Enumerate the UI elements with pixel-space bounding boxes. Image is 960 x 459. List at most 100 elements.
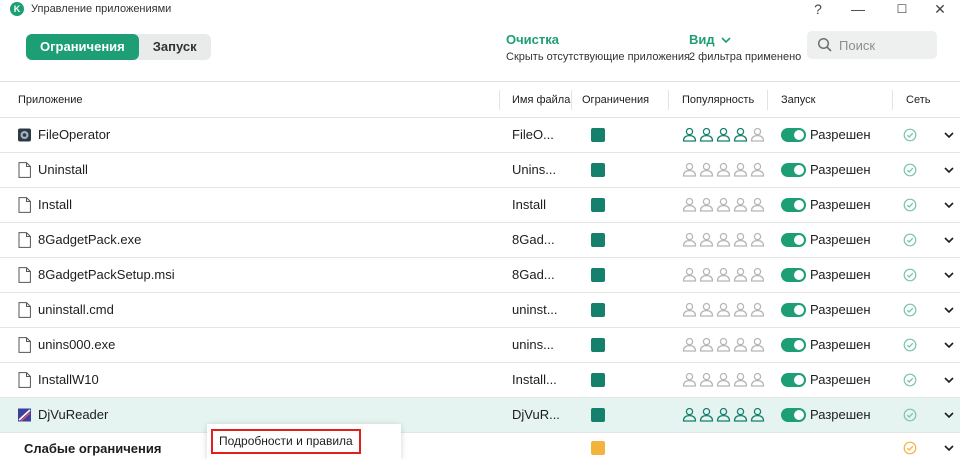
close-button[interactable]: ✕ [920,0,960,20]
kaspersky-logo-icon: K [10,2,24,16]
column-divider[interactable] [892,90,893,110]
group-weak-restrictions[interactable]: Слабые ограничения [0,430,960,459]
popularity-empty-icon [682,302,697,317]
file-icon [18,302,31,318]
table-row[interactable]: InstallW10 Install... Разрешен [0,363,960,398]
launch-toggle[interactable] [781,198,806,212]
popularity-empty-icon [733,267,748,282]
column-file[interactable]: Имя файла [512,94,570,106]
column-launch[interactable]: Запуск [781,94,815,106]
table-row[interactable]: DjVuReader DjVuR... Разрешен [0,398,960,433]
launch-status: Разрешен [810,197,871,212]
file-name: FileO... [512,127,554,142]
restriction-trusted-icon [591,233,605,247]
column-app[interactable]: Приложение [18,94,83,106]
popularity-empty-icon [682,232,697,247]
column-popularity[interactable]: Популярность [682,94,754,106]
table-row[interactable]: Uninstall Unins... Разрешен [0,153,960,188]
column-network[interactable]: Сеть [906,94,930,106]
launch-toggle[interactable] [781,338,806,352]
chevron-down-icon[interactable] [943,374,955,386]
launch-toggle[interactable] [781,303,806,317]
view-subtitle: 2 фильтра применено [689,51,802,63]
toggle-knob [794,340,804,350]
launch-toggle[interactable] [781,128,806,142]
column-limits[interactable]: Ограничения [582,94,649,106]
cleanup-control[interactable]: Очистка Скрыть отсутствующие приложения [506,32,690,63]
chevron-down-icon[interactable] [943,442,955,454]
chevron-down-icon[interactable] [943,164,955,176]
maximize-button[interactable]: ☐ [882,0,922,20]
launch-status: Разрешен [810,162,871,177]
column-divider[interactable] [571,90,572,110]
popularity-rating [682,162,765,178]
tab-restrictions[interactable]: Ограничения [26,34,139,60]
chevron-down-icon[interactable] [943,234,955,246]
column-divider[interactable] [668,90,669,110]
details-and-rules-menu-item[interactable]: Подробности и правила [211,429,361,454]
network-allowed-icon [903,198,917,212]
popularity-filled-icon [682,407,697,422]
file-icon [18,372,31,388]
chevron-down-icon[interactable] [943,199,955,211]
title-bar: K Управление приложениями ? — ☐ ✕ [0,0,960,20]
popularity-empty-icon [716,267,731,282]
launch-toggle[interactable] [781,373,806,387]
popularity-empty-icon [733,232,748,247]
popularity-filled-icon [750,407,765,422]
popularity-filled-icon [716,407,731,422]
file-icon [18,337,31,353]
help-button[interactable]: ? [798,0,838,20]
table-row[interactable]: 8GadgetPack.exe 8Gad... Разрешен [0,223,960,258]
restriction-trusted-icon [591,128,605,142]
cleanup-title[interactable]: Очистка [506,32,690,47]
toggle-knob [794,375,804,385]
popularity-empty-icon [699,372,714,387]
popularity-empty-icon [733,197,748,212]
toggle-knob [794,305,804,315]
popularity-filled-icon [733,407,748,422]
popularity-filled-icon [716,127,731,142]
minimize-button[interactable]: — [838,0,878,20]
table-row[interactable]: unins000.exe unins... Разрешен [0,328,960,363]
search-input[interactable]: Поиск [807,31,937,59]
view-title-wrap[interactable]: Вид [689,32,801,47]
launch-toggle[interactable] [781,408,806,422]
restriction-trusted-icon [591,373,605,387]
launch-toggle[interactable] [781,268,806,282]
view-title[interactable]: Вид [689,32,715,47]
popularity-empty-icon [682,197,697,212]
launch-toggle[interactable] [781,163,806,177]
column-divider[interactable] [767,90,768,110]
table-row[interactable]: Install Install Разрешен [0,188,960,223]
chevron-down-icon[interactable] [943,304,955,316]
file-name: 8Gad... [512,232,555,247]
table-header: Приложение Имя файла Ограничения Популяр… [0,82,960,118]
table-row[interactable]: FileOperator FileO... Разрешен [0,118,960,153]
popularity-empty-icon [699,162,714,177]
app-name: unins000.exe [38,337,116,352]
table-row[interactable]: uninstall.cmd uninst... Разрешен [0,293,960,328]
popularity-rating [682,337,765,353]
launch-status: Разрешен [810,302,871,317]
column-divider[interactable] [499,90,500,110]
search-placeholder: Поиск [839,38,876,53]
launch-status: Разрешен [810,232,871,247]
tab-launch[interactable]: Запуск [139,34,211,60]
popularity-empty-icon [750,267,765,282]
popularity-rating [682,372,765,388]
chevron-down-icon[interactable] [943,129,955,141]
popularity-filled-icon [699,127,714,142]
popularity-empty-icon [699,197,714,212]
group-label: Слабые ограничения [24,441,162,456]
launch-toggle[interactable] [781,233,806,247]
chevron-down-icon[interactable] [943,409,955,421]
restriction-trusted-icon [591,338,605,352]
popularity-empty-icon [699,302,714,317]
toggle-knob [794,410,804,420]
chevron-down-icon[interactable] [943,269,955,281]
table-row[interactable]: 8GadgetPackSetup.msi 8Gad... Разрешен [0,258,960,293]
chevron-down-icon[interactable] [943,339,955,351]
view-control[interactable]: Вид 2 фильтра применено [689,32,801,63]
file-icon [18,267,31,283]
